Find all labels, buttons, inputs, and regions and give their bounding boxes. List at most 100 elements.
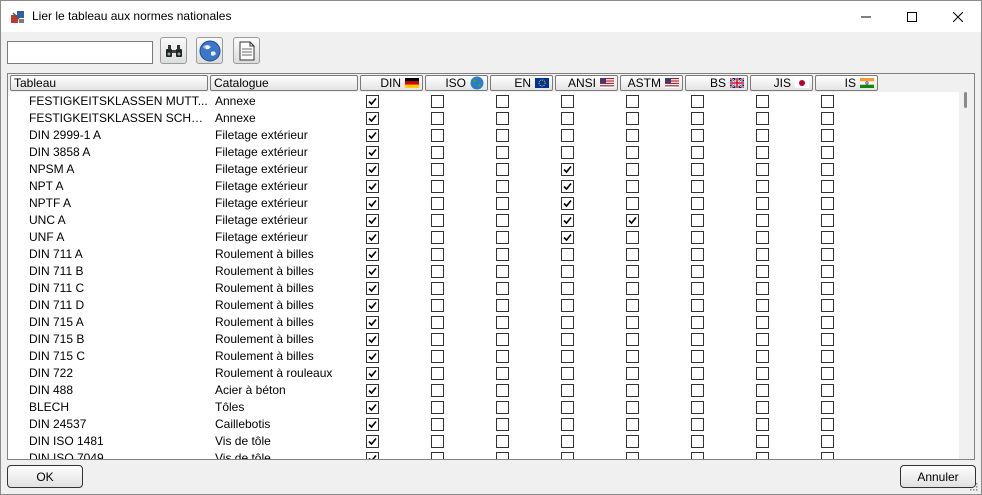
checkbox-astm[interactable] [626, 129, 639, 142]
column-header-ansi[interactable]: ANSI [555, 75, 618, 91]
checkbox-astm[interactable] [626, 418, 639, 431]
search-button[interactable] [160, 37, 187, 64]
checkbox-ansi[interactable] [561, 112, 574, 125]
checkbox-ansi[interactable] [561, 180, 574, 193]
checkbox-jis[interactable] [756, 282, 769, 295]
checkbox-din[interactable] [366, 384, 379, 397]
checkbox-bs[interactable] [691, 112, 704, 125]
checkbox-bs[interactable] [691, 197, 704, 210]
checkbox-is[interactable] [821, 299, 834, 312]
checkbox-astm[interactable] [626, 180, 639, 193]
table-row[interactable]: DIN 711 A Roulement à billes [8, 246, 960, 263]
checkbox-en[interactable] [496, 282, 509, 295]
checkbox-jis[interactable] [756, 180, 769, 193]
checkbox-jis[interactable] [756, 112, 769, 125]
checkbox-iso[interactable] [431, 418, 444, 431]
checkbox-iso[interactable] [431, 299, 444, 312]
checkbox-en[interactable] [496, 163, 509, 176]
checkbox-ansi[interactable] [561, 95, 574, 108]
checkbox-jis[interactable] [756, 129, 769, 142]
checkbox-ansi[interactable] [561, 248, 574, 261]
checkbox-din[interactable] [366, 316, 379, 329]
checkbox-jis[interactable] [756, 367, 769, 380]
table-row[interactable]: DIN 711 C Roulement à billes [8, 280, 960, 297]
checkbox-is[interactable] [821, 146, 834, 159]
checkbox-iso[interactable] [431, 214, 444, 227]
checkbox-is[interactable] [821, 112, 834, 125]
checkbox-astm[interactable] [626, 146, 639, 159]
checkbox-en[interactable] [496, 435, 509, 448]
checkbox-din[interactable] [366, 435, 379, 448]
table-row[interactable]: DIN 715 A Roulement à billes [8, 314, 960, 331]
table-row[interactable]: NPSM A Filetage extérieur [8, 161, 960, 178]
checkbox-is[interactable] [821, 350, 834, 363]
column-header-en[interactable]: EN [490, 75, 553, 91]
checkbox-jis[interactable] [756, 418, 769, 431]
checkbox-din[interactable] [366, 180, 379, 193]
checkbox-en[interactable] [496, 384, 509, 397]
checkbox-is[interactable] [821, 180, 834, 193]
checkbox-en[interactable] [496, 333, 509, 346]
table-row[interactable]: DIN 722 Roulement à rouleaux [8, 365, 960, 382]
checkbox-is[interactable] [821, 265, 834, 278]
globe-button[interactable] [196, 37, 223, 64]
checkbox-en[interactable] [496, 299, 509, 312]
checkbox-iso[interactable] [431, 265, 444, 278]
checkbox-is[interactable] [821, 367, 834, 380]
table-row[interactable]: UNF A Filetage extérieur [8, 229, 960, 246]
checkbox-is[interactable] [821, 214, 834, 227]
checkbox-bs[interactable] [691, 146, 704, 159]
checkbox-iso[interactable] [431, 333, 444, 346]
checkbox-is[interactable] [821, 401, 834, 414]
checkbox-ansi[interactable] [561, 435, 574, 448]
checkbox-din[interactable] [366, 350, 379, 363]
checkbox-astm[interactable] [626, 112, 639, 125]
checkbox-astm[interactable] [626, 435, 639, 448]
maximize-button[interactable] [889, 1, 935, 32]
checkbox-astm[interactable] [626, 350, 639, 363]
checkbox-jis[interactable] [756, 146, 769, 159]
checkbox-din[interactable] [366, 163, 379, 176]
table-row[interactable]: DIN 711 D Roulement à billes [8, 297, 960, 314]
checkbox-ansi[interactable] [561, 197, 574, 210]
checkbox-din[interactable] [366, 265, 379, 278]
column-header-jis[interactable]: JIS [750, 75, 813, 91]
checkbox-din[interactable] [366, 248, 379, 261]
checkbox-ansi[interactable] [561, 333, 574, 346]
table-row[interactable]: DIN 715 C Roulement à billes [8, 348, 960, 365]
checkbox-bs[interactable] [691, 435, 704, 448]
checkbox-is[interactable] [821, 282, 834, 295]
checkbox-jis[interactable] [756, 197, 769, 210]
checkbox-ansi[interactable] [561, 129, 574, 142]
checkbox-astm[interactable] [626, 163, 639, 176]
checkbox-jis[interactable] [756, 435, 769, 448]
checkbox-iso[interactable] [431, 350, 444, 363]
checkbox-iso[interactable] [431, 401, 444, 414]
checkbox-ansi[interactable] [561, 452, 574, 459]
checkbox-bs[interactable] [691, 350, 704, 363]
checkbox-bs[interactable] [691, 129, 704, 142]
checkbox-astm[interactable] [626, 197, 639, 210]
checkbox-en[interactable] [496, 452, 509, 459]
vertical-scrollbar[interactable] [959, 74, 974, 459]
checkbox-en[interactable] [496, 367, 509, 380]
checkbox-is[interactable] [821, 384, 834, 397]
checkbox-din[interactable] [366, 146, 379, 159]
checkbox-astm[interactable] [626, 214, 639, 227]
checkbox-jis[interactable] [756, 163, 769, 176]
checkbox-bs[interactable] [691, 333, 704, 346]
checkbox-is[interactable] [821, 452, 834, 459]
close-button[interactable] [935, 1, 981, 32]
cancel-button[interactable]: Annuler [900, 465, 976, 488]
checkbox-bs[interactable] [691, 231, 704, 244]
checkbox-en[interactable] [496, 401, 509, 414]
checkbox-bs[interactable] [691, 384, 704, 397]
checkbox-ansi[interactable] [561, 299, 574, 312]
checkbox-en[interactable] [496, 418, 509, 431]
checkbox-jis[interactable] [756, 214, 769, 227]
column-header-iso[interactable]: ISO [425, 75, 488, 91]
checkbox-jis[interactable] [756, 231, 769, 244]
checkbox-iso[interactable] [431, 129, 444, 142]
checkbox-en[interactable] [496, 180, 509, 193]
checkbox-bs[interactable] [691, 452, 704, 459]
